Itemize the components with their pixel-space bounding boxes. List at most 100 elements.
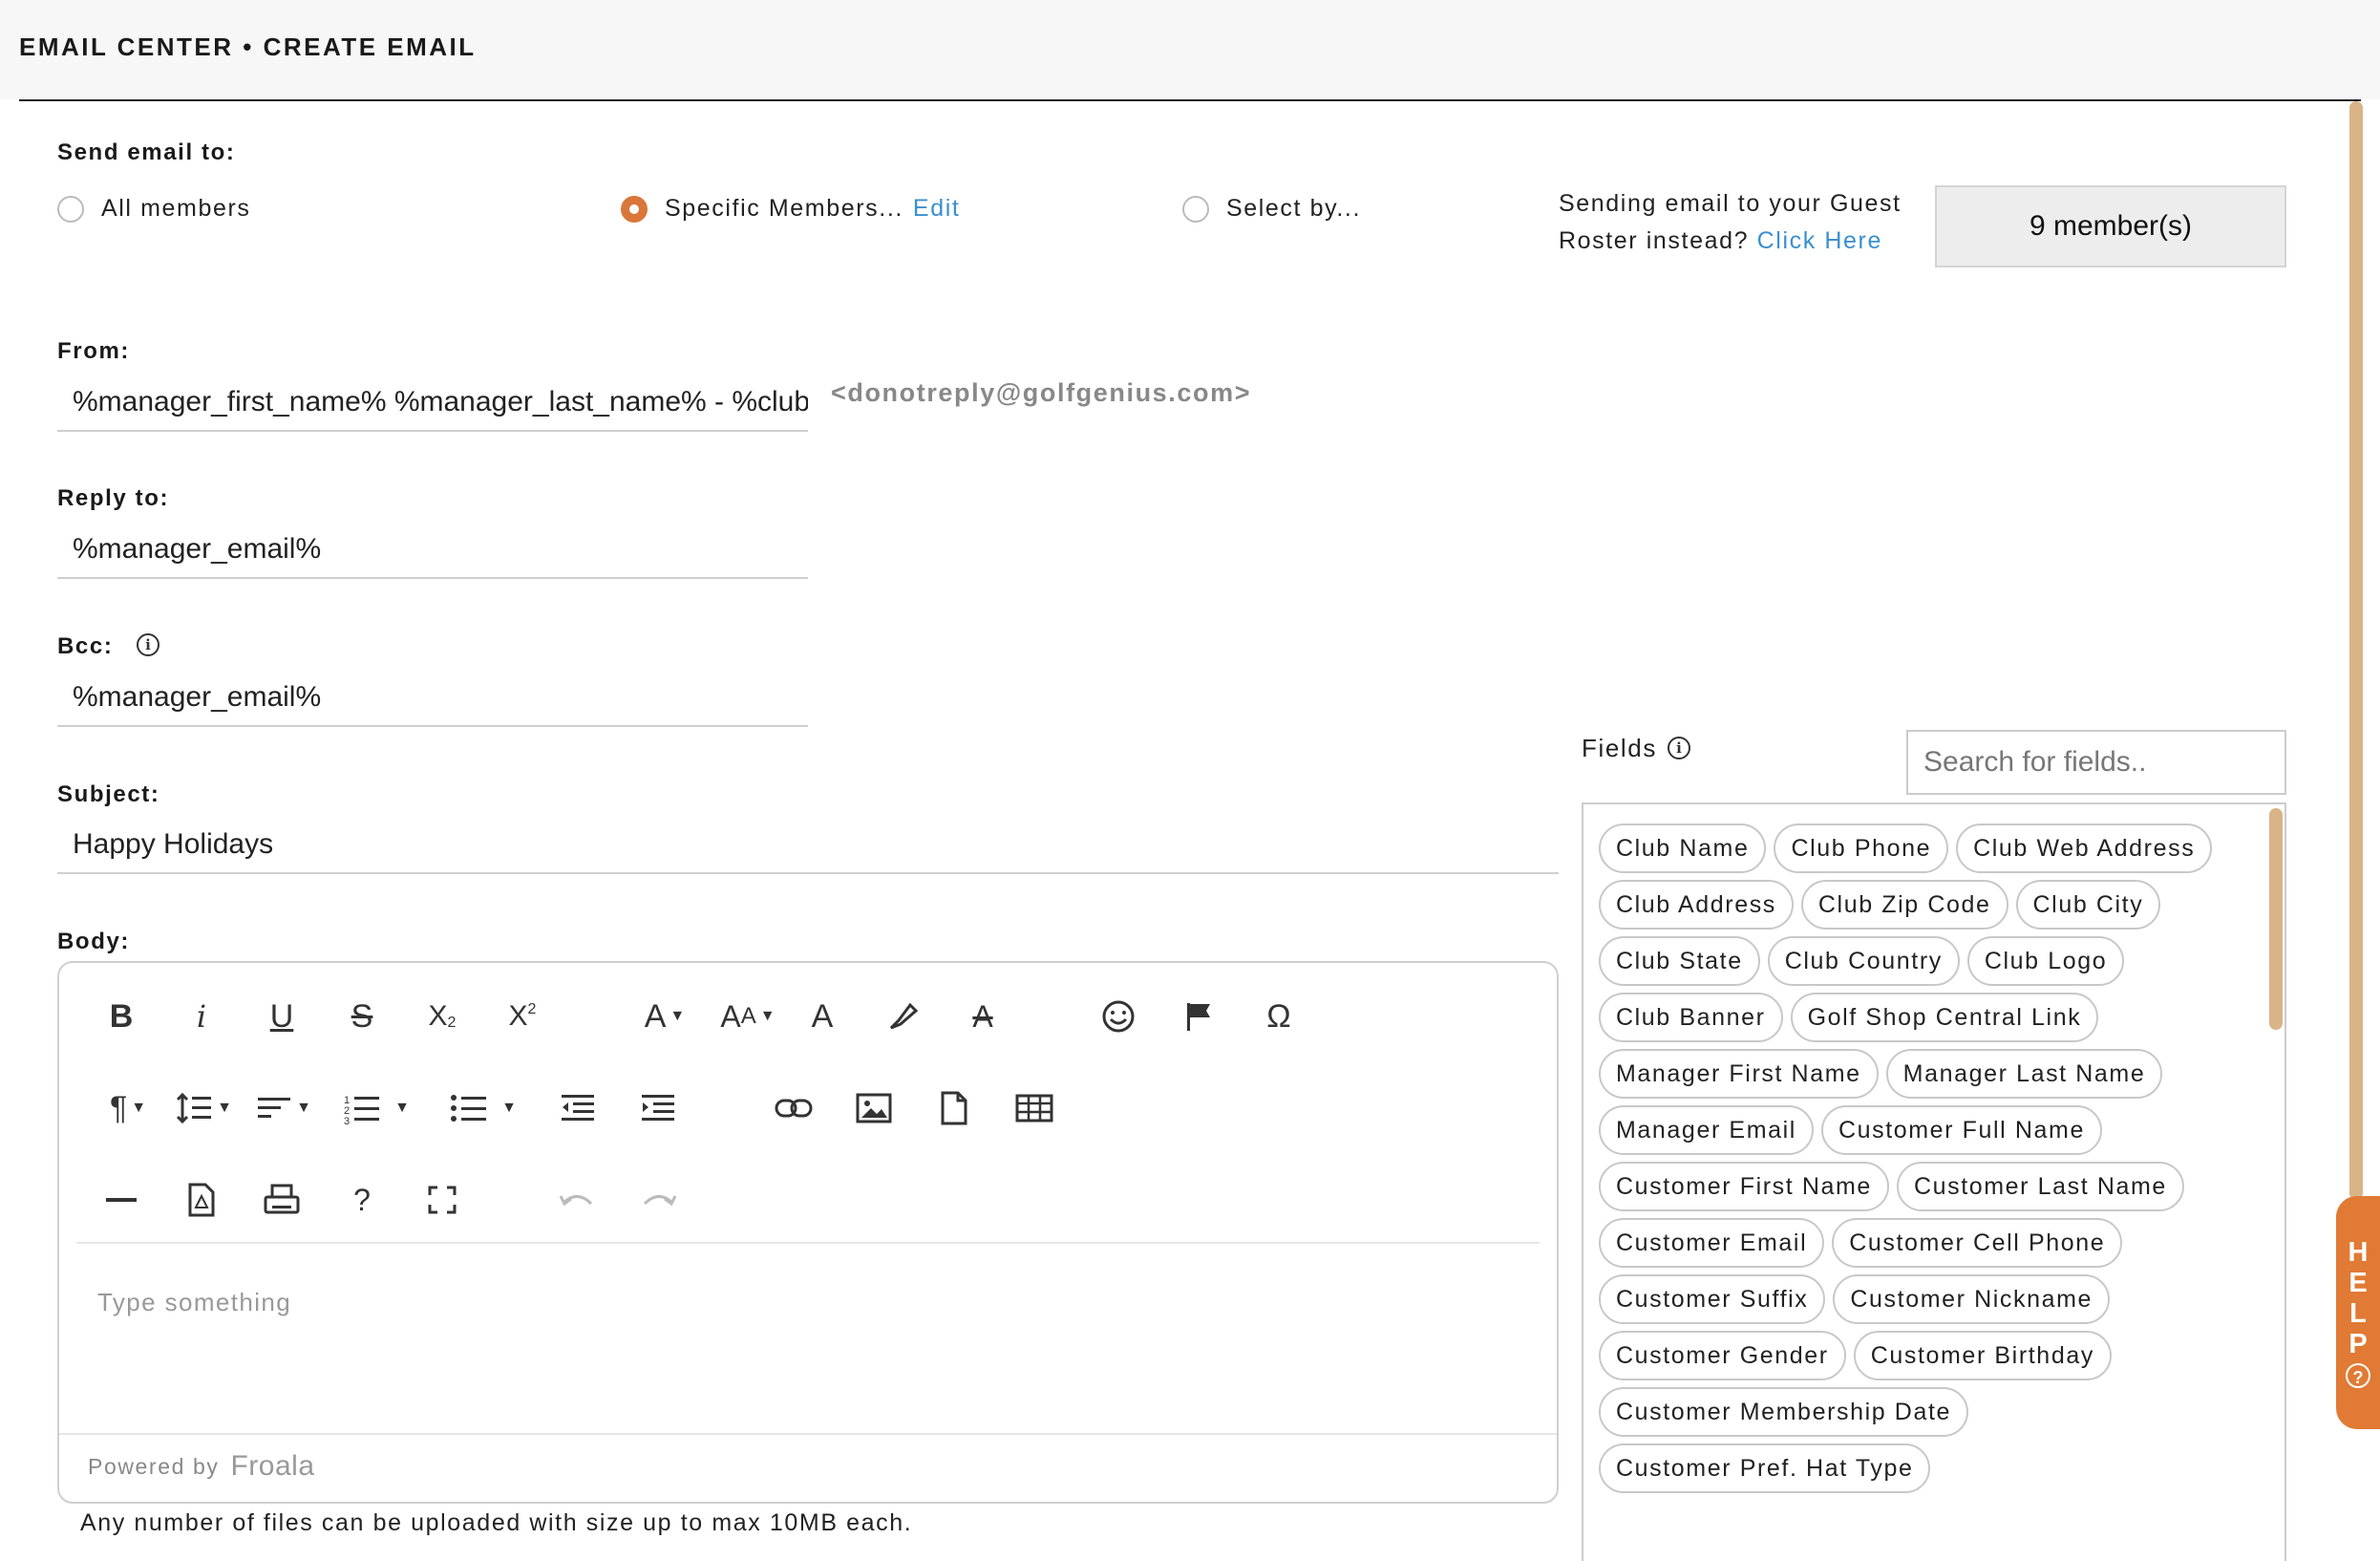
field-chip[interactable]: Club Banner [1599, 993, 1783, 1042]
from-name-field[interactable]: %manager_first_name% %manager_last_name%… [57, 374, 808, 432]
editor-placeholder[interactable]: Type something [97, 1288, 291, 1317]
radio-button[interactable] [57, 195, 84, 223]
help-tab-letter: H [2348, 1237, 2369, 1268]
field-chip[interactable]: Customer Pref. Hat Type [1599, 1443, 1931, 1493]
send-to-label: Send email to: [57, 139, 236, 165]
field-chip[interactable]: Club City [2015, 880, 2161, 930]
paragraph-format-icon[interactable]: ¶ ▼ [97, 1070, 159, 1146]
field-chip[interactable]: Club Phone [1774, 823, 1949, 873]
radio-button[interactable] [1182, 195, 1209, 223]
emoticons-icon[interactable] [1094, 978, 1142, 1055]
header-divider [19, 99, 2361, 101]
subscript-icon[interactable]: X2 [418, 978, 466, 1055]
field-chip[interactable]: Manager Last Name [1885, 1049, 2163, 1099]
undo-icon [554, 1162, 602, 1238]
field-chip[interactable]: Club State [1599, 936, 1760, 986]
italic-icon[interactable]: i [178, 978, 225, 1055]
align-icon[interactable]: ▼ [250, 1070, 317, 1146]
underline-icon[interactable]: U [258, 978, 306, 1055]
insert-image-icon[interactable] [850, 1070, 898, 1146]
field-chip[interactable]: Golf Shop Central Link [1790, 993, 2099, 1042]
insert-table-icon[interactable] [1010, 1070, 1058, 1146]
outdent-icon[interactable] [554, 1070, 602, 1146]
fields-search-input[interactable] [1906, 730, 2286, 795]
bcc-label: Bcc: [57, 633, 114, 659]
rich-text-editor[interactable]: B i U S X2 X2 A ▼ A A ▼ A A Ω ¶ ▼ ▼ ▼ 1 2 3 ▼ [57, 961, 1559, 1504]
field-chip[interactable]: Club Name [1599, 823, 1767, 873]
field-chip[interactable]: Customer First Name [1599, 1162, 1889, 1211]
clear-formatting-icon[interactable]: A [959, 978, 1007, 1055]
body-label: Body: [57, 929, 130, 954]
field-chip[interactable]: Customer Nickname [1833, 1274, 2111, 1324]
radio-label: Select by... [1226, 195, 1362, 222]
field-chip[interactable]: Club Web Address [1956, 823, 2213, 873]
help-tab[interactable]: H E L P? [2336, 1196, 2380, 1429]
field-chip[interactable]: Customer Cell Phone [1832, 1218, 2123, 1268]
background-color-icon[interactable] [879, 978, 926, 1055]
font-family-icon[interactable]: A ▼ [634, 978, 695, 1055]
strikethrough-icon[interactable]: S [338, 978, 386, 1055]
field-chip[interactable]: Customer Suffix [1599, 1274, 1826, 1324]
radio-all-members[interactable]: All members [57, 195, 251, 223]
help-icon[interactable]: ? [338, 1162, 386, 1238]
field-chip[interactable]: Club Country [1767, 936, 1960, 986]
from-label: From: [57, 338, 130, 364]
reply-to-label: Reply to: [57, 485, 170, 511]
insert-file-icon[interactable] [930, 1070, 978, 1146]
fields-label-text: Fields [1582, 734, 1657, 762]
bold-icon[interactable]: B [97, 978, 145, 1055]
toolbar-divider [76, 1242, 1540, 1244]
font-size-icon[interactable]: A A ▼ [714, 978, 781, 1055]
field-chip[interactable]: Club Address [1599, 880, 1794, 930]
radio-specific-members[interactable]: Specific Members... Edit [621, 195, 960, 223]
edit-members-link[interactable]: Edit [913, 195, 960, 223]
field-chip[interactable]: Customer Email [1599, 1218, 1825, 1268]
fields-info-icon[interactable]: i [1668, 737, 1690, 759]
subject-field[interactable]: Happy Holidays [57, 817, 1559, 874]
pdf-icon[interactable] [178, 1162, 225, 1238]
bcc-info-icon[interactable]: i [137, 633, 159, 656]
bcc-field[interactable]: %manager_email% [57, 670, 808, 727]
field-chip[interactable]: Manager Email [1599, 1105, 1814, 1155]
flag-icon[interactable] [1175, 978, 1222, 1055]
field-chip[interactable]: Customer Last Name [1896, 1162, 2184, 1211]
horizontal-line-icon[interactable] [97, 1162, 145, 1238]
field-chip[interactable]: Customer Birthday [1853, 1331, 2112, 1380]
svg-text:3: 3 [344, 1116, 350, 1124]
help-tab-letter: E [2348, 1268, 2368, 1298]
page-title: EMAIL CENTER • CREATE EMAIL [19, 32, 477, 61]
field-chip[interactable]: Customer Membership Date [1599, 1387, 1969, 1437]
line-height-icon[interactable]: ▼ [170, 1070, 237, 1146]
page-header: EMAIL CENTER • CREATE EMAIL [0, 0, 2380, 99]
field-chip-list: Club Name Club Phone Club Web Address Club … [1599, 823, 2258, 1500]
field-chip[interactable]: Customer Gender [1599, 1331, 1846, 1380]
reply-to-field[interactable]: %manager_email% [57, 522, 808, 579]
fullscreen-icon[interactable] [418, 1162, 466, 1238]
upload-note: Any number of files can be uploaded with… [80, 1509, 913, 1536]
froala-logo[interactable]: Froala [230, 1450, 314, 1483]
field-chip[interactable]: Customer Full Name [1820, 1105, 2102, 1155]
print-icon[interactable] [258, 1162, 306, 1238]
radio-select-by[interactable]: Select by... [1182, 195, 1361, 223]
special-characters-icon[interactable]: Ω [1255, 978, 1303, 1055]
help-tab-letter: P [2348, 1329, 2368, 1359]
guest-roster-link[interactable]: Click Here [1757, 227, 1882, 254]
indent-icon[interactable] [634, 1070, 682, 1146]
powered-by-text: Powered by [88, 1453, 220, 1479]
ordered-list-icon[interactable]: 1 2 3 ▼ [338, 1070, 414, 1146]
powered-by-froala[interactable]: Powered by Froala [88, 1450, 315, 1483]
field-chip[interactable]: Club Logo [1966, 936, 2125, 986]
fields-scrollbar[interactable] [2269, 808, 2283, 1030]
from-email-address: <donotreply@golfgenius.com> [831, 378, 1252, 407]
text-color-icon[interactable]: A [798, 978, 846, 1055]
insert-link-icon[interactable] [770, 1070, 818, 1146]
editor-footer-divider [59, 1433, 1557, 1435]
field-chip[interactable]: Manager First Name [1599, 1049, 1879, 1099]
member-count-button[interactable]: 9 member(s) [1935, 185, 2286, 267]
fields-label: Fields [1582, 734, 1657, 763]
unordered-list-icon[interactable]: ▼ [445, 1070, 521, 1146]
radio-button-selected[interactable] [621, 195, 648, 223]
page-scrollbar[interactable] [2349, 101, 2363, 1200]
superscript-icon[interactable]: X2 [499, 978, 546, 1055]
field-chip[interactable]: Club Zip Code [1800, 880, 2008, 930]
